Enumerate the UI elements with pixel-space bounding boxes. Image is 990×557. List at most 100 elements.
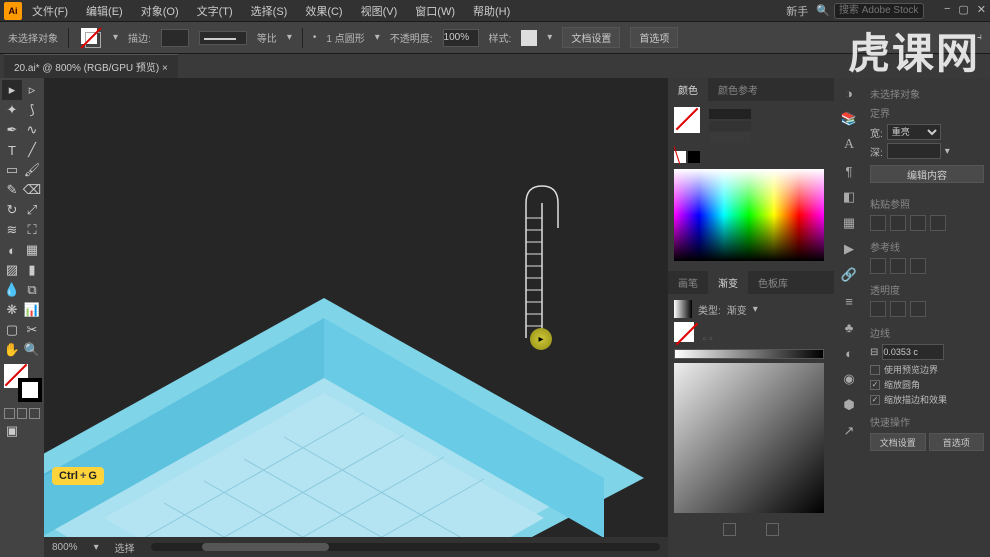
paintbrush-tool[interactable]: 🖌: [22, 160, 42, 180]
docsetup-button[interactable]: 文档设置: [562, 27, 620, 48]
chevron-down-icon[interactable]: ▾: [94, 542, 99, 553]
swatch-black[interactable]: [688, 151, 700, 163]
eyedropper-tool[interactable]: 💧: [2, 280, 22, 300]
stroke-weight-input[interactable]: [161, 29, 189, 47]
grid-icon[interactable]: [890, 258, 906, 274]
properties-icon[interactable]: ◑: [840, 84, 858, 102]
edit-content-button[interactable]: 编辑内容: [870, 165, 984, 183]
stroke-preview[interactable]: [199, 31, 247, 45]
transparency-icon[interactable]: ◐: [840, 344, 858, 362]
menu-effect[interactable]: 效果(C): [297, 1, 350, 21]
guide-icon[interactable]: [870, 258, 886, 274]
perspective-tool[interactable]: ▦: [22, 240, 42, 260]
menu-file[interactable]: 文件(F): [24, 1, 76, 21]
tab-gradient[interactable]: 渐变: [708, 271, 748, 294]
canvas[interactable]: ▸: [44, 78, 668, 557]
tab-swatches[interactable]: 色板库: [748, 271, 798, 294]
gradient-fill-chip[interactable]: [674, 322, 694, 342]
align-left-icon[interactable]: [870, 215, 886, 231]
units-select[interactable]: 重亮: [887, 124, 941, 140]
type-tool[interactable]: T: [2, 140, 22, 160]
graph-tool[interactable]: 📊: [22, 300, 42, 320]
chevron-down-icon[interactable]: ▾: [113, 32, 118, 43]
artboards-icon[interactable]: ▦: [840, 214, 858, 232]
artboard-tool[interactable]: ▢: [2, 320, 22, 340]
shaper-tool[interactable]: ✎: [2, 180, 22, 200]
tab-color[interactable]: 颜色: [668, 78, 708, 101]
minimize-icon[interactable]: −: [944, 3, 950, 19]
fill-chip[interactable]: [674, 107, 700, 133]
maximize-icon[interactable]: ▢: [958, 3, 968, 19]
scale-tool[interactable]: ⤢: [22, 200, 42, 220]
asset-export-icon[interactable]: ↗: [840, 422, 858, 440]
tab-document[interactable]: 20.ai* @ 800% (RGB/GPU 预览) ×: [4, 54, 178, 78]
prefs-button[interactable]: 首选项: [630, 27, 678, 48]
curvature-tool[interactable]: ∿: [22, 120, 42, 140]
menu-view[interactable]: 视图(V): [353, 1, 406, 21]
shape-builder-tool[interactable]: ◐: [2, 240, 22, 260]
draw-normal[interactable]: [4, 408, 15, 419]
fill-stroke-control[interactable]: [4, 364, 42, 402]
chevron-down-icon[interactable]: ▾: [287, 32, 292, 43]
libraries-icon[interactable]: 📚: [840, 110, 858, 128]
menu-object[interactable]: 对象(O): [133, 1, 187, 21]
flip-h-icon[interactable]: [870, 301, 886, 317]
chevron-down-icon[interactable]: ▾: [945, 146, 950, 157]
rotate-tool[interactable]: ↻: [2, 200, 22, 220]
depth-input[interactable]: [887, 143, 941, 159]
chevron-down-icon[interactable]: ▾: [753, 304, 758, 315]
links-icon[interactable]: 🔗: [840, 266, 858, 284]
line-tool[interactable]: ╱: [22, 140, 42, 160]
tab-color-guide[interactable]: 颜色参考: [708, 78, 768, 101]
preview-bounds-checkbox[interactable]: [870, 365, 880, 375]
color-spectrum[interactable]: [674, 169, 824, 261]
draw-inside[interactable]: [29, 408, 40, 419]
trash-icon[interactable]: [766, 523, 779, 536]
horizontal-scrollbar[interactable]: [151, 543, 660, 551]
swatch-none[interactable]: ╱: [674, 151, 686, 163]
tab-brushes[interactable]: 画笔: [668, 271, 708, 294]
magic-wand-tool[interactable]: ✦: [2, 100, 22, 120]
align-right-icon[interactable]: [910, 215, 926, 231]
chevron-down-icon[interactable]: ▾: [375, 32, 380, 43]
opacity-input[interactable]: [443, 29, 479, 47]
stroke-value-input[interactable]: [882, 344, 944, 360]
appearance-icon[interactable]: ◉: [840, 370, 858, 388]
direct-selection-tool[interactable]: ▹: [22, 80, 42, 100]
character-icon[interactable]: A: [840, 136, 858, 154]
width-tool[interactable]: ≋: [2, 220, 22, 240]
stock-search-input[interactable]: [834, 3, 924, 19]
fill-stroke-swatch[interactable]: [79, 26, 103, 50]
gradient-slider[interactable]: [674, 349, 824, 359]
mesh-tool[interactable]: ▨: [2, 260, 22, 280]
rotate-icon[interactable]: [910, 301, 926, 317]
rectangle-tool[interactable]: ▭: [2, 160, 22, 180]
blend-tool[interactable]: ⧉: [22, 280, 42, 300]
menu-help[interactable]: 帮助(H): [465, 1, 518, 21]
scale-corners-checkbox[interactable]: ✓: [870, 380, 880, 390]
zoom-tool[interactable]: 🔍: [22, 340, 42, 360]
scale-strokes-checkbox[interactable]: ✓: [870, 395, 880, 405]
free-transform-tool[interactable]: ⛶: [22, 220, 42, 240]
align-top-icon[interactable]: [930, 215, 946, 231]
stroke-panel-icon[interactable]: ≡: [840, 292, 858, 310]
symbol-sprayer-tool[interactable]: ❋: [2, 300, 22, 320]
style-swatch[interactable]: [521, 30, 537, 46]
symbols-icon[interactable]: ♣: [840, 318, 858, 336]
zoom-label[interactable]: 800%: [52, 542, 78, 553]
menu-window[interactable]: 窗口(W): [407, 1, 463, 21]
gradient-preview[interactable]: [674, 300, 692, 318]
draw-behind[interactable]: [17, 408, 28, 419]
selection-tool[interactable]: ▸: [2, 80, 22, 100]
hand-tool[interactable]: ✋: [2, 340, 22, 360]
close-icon[interactable]: ✕: [977, 3, 986, 19]
layers-icon[interactable]: ◧: [840, 188, 858, 206]
menu-type[interactable]: 文字(T): [189, 1, 241, 21]
pen-tool[interactable]: ✒: [2, 120, 22, 140]
chevron-down-icon[interactable]: ▾: [547, 32, 552, 43]
docsetup-button-2[interactable]: 文档设置: [870, 433, 926, 451]
graphic-styles-icon[interactable]: ⬢: [840, 396, 858, 414]
close-icon[interactable]: ×: [162, 63, 168, 74]
gradient-reverse[interactable]: [723, 523, 736, 536]
lasso-tool[interactable]: ⟆: [22, 100, 42, 120]
